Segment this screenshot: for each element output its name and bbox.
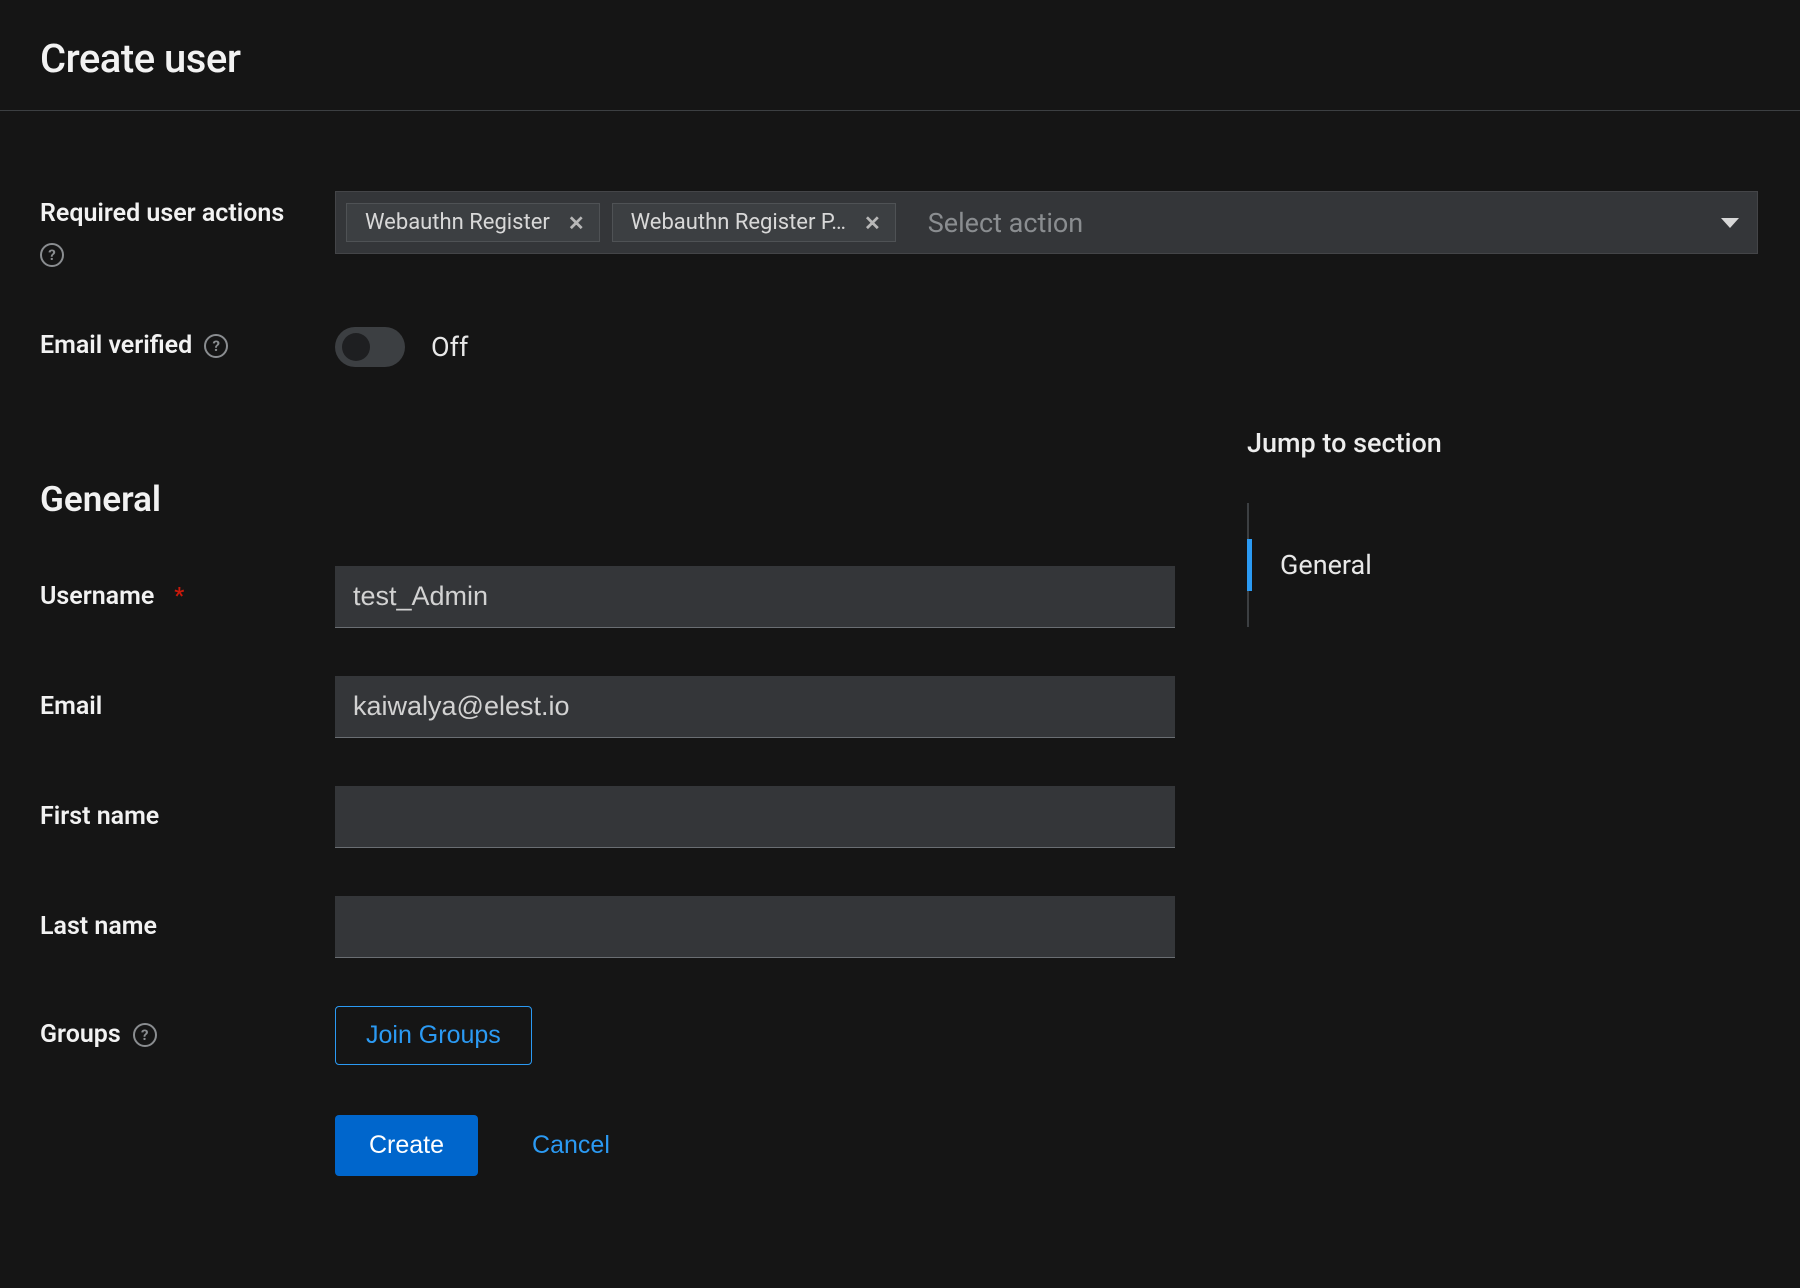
email-label: Email [40,690,102,724]
groups-label-text: Groups [40,1018,121,1052]
groups-row: Groups ? Join Groups [40,1006,1175,1065]
label-col: Last name [40,910,335,944]
toggle-knob [342,333,370,361]
email-verified-label-text: Email verified [40,329,192,363]
email-verified-field: Off [335,323,1175,371]
join-groups-button[interactable]: Join Groups [335,1006,532,1065]
page-header: Create user [0,0,1800,111]
first-name-row: First name [40,786,1175,848]
username-row: Username * [40,566,1175,628]
last-name-label: Last name [40,910,157,944]
label-col: First name [40,800,335,834]
last-name-row: Last name [40,896,1175,958]
jump-item-general[interactable]: General [1247,539,1442,591]
label-col: Email verified ? [40,323,335,363]
close-icon[interactable]: ✕ [568,213,585,233]
required-actions-row: Required user actions ? Webauthn Registe… [40,191,1760,267]
first-name-label: First name [40,800,159,834]
general-heading: General [40,479,1175,520]
first-name-input[interactable] [335,786,1175,848]
help-icon[interactable]: ? [40,243,64,267]
email-verified-row: Email verified ? Off [40,323,1760,371]
content-area: Required user actions ? Webauthn Registe… [0,111,1800,1216]
jump-to-section-title: Jump to section [1247,427,1442,459]
label-col: Username * [40,580,335,614]
action-chip: Webauthn Register ✕ [346,203,600,242]
close-icon[interactable]: ✕ [864,213,881,233]
username-label-text: Username [40,580,154,614]
label-col: Email [40,690,335,724]
help-icon[interactable]: ? [133,1023,157,1047]
form-actions: Create Cancel [335,1115,1175,1176]
required-actions-label-text: Required user actions [40,197,284,231]
required-actions-multiselect[interactable]: Webauthn Register ✕ Webauthn Register P…… [335,191,1758,254]
create-button[interactable]: Create [335,1115,478,1176]
action-chip: Webauthn Register P… ✕ [612,203,896,242]
page-title: Create user [40,35,1760,82]
required-asterisk-icon: * [174,582,184,612]
groups-label: Groups ? [40,1018,157,1052]
jump-nav: General [1247,503,1442,627]
chevron-down-icon[interactable] [1721,218,1739,228]
jump-to-section-pane: Jump to section General [1247,427,1442,627]
email-row: Email [40,676,1175,738]
last-name-input[interactable] [335,896,1175,958]
required-actions-label: Required user actions [40,197,284,231]
action-chip-text: Webauthn Register [365,210,550,235]
action-chip-text: Webauthn Register P… [631,210,846,235]
label-col: Groups ? [40,1018,335,1052]
general-two-col: General Username * Email [40,427,1760,1176]
email-verified-toggle-wrap: Off [335,327,468,367]
label-col: Required user actions ? [40,191,335,267]
multiselect-placeholder: Select action [928,207,1709,239]
general-form-pane: General Username * Email [40,427,1175,1176]
email-verified-label: Email verified ? [40,329,228,363]
username-input[interactable] [335,566,1175,628]
required-actions-field: Webauthn Register ✕ Webauthn Register P…… [335,191,1758,254]
help-icon[interactable]: ? [204,334,228,358]
username-label: Username * [40,580,184,614]
toggle-state-label: Off [431,331,468,363]
email-input[interactable] [335,676,1175,738]
cancel-button[interactable]: Cancel [532,1131,610,1160]
email-verified-toggle[interactable] [335,327,405,367]
